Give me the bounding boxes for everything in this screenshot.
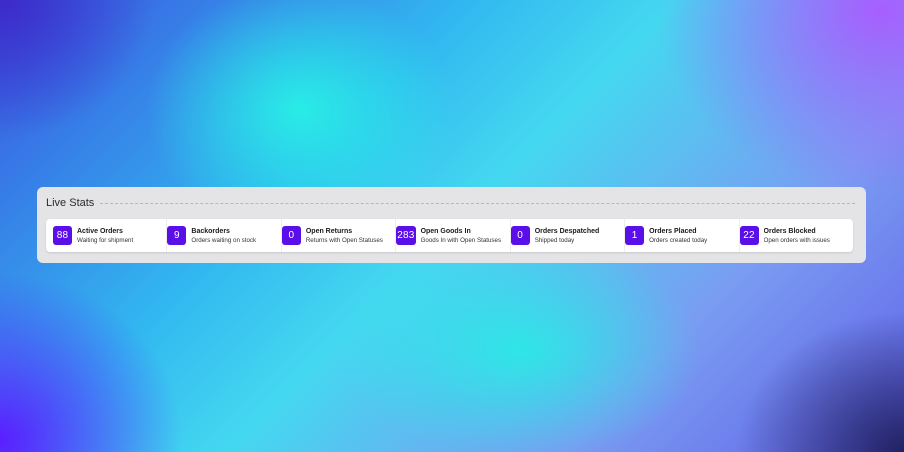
stat-subtitle: Returns with Open Statuses xyxy=(305,236,383,244)
panel-header: Live Stats xyxy=(46,196,857,210)
stat-open-returns[interactable]: 0 Open Returns Returns with Open Statuse… xyxy=(281,219,397,252)
stat-title: Backorders xyxy=(191,227,230,235)
stat-title: Orders Placed xyxy=(649,227,697,235)
stat-title: Orders Blocked xyxy=(763,227,816,235)
stat-count-badge: 22 xyxy=(739,226,759,245)
live-stats-panel: Live Stats 88 Active Orders Waiting for … xyxy=(37,187,866,263)
stat-orders-placed[interactable]: 1 Orders Placed Orders created today xyxy=(625,219,740,252)
stat-active-orders[interactable]: 88 Active Orders Waiting for shipment xyxy=(53,219,168,252)
stat-title: Open Goods In xyxy=(420,227,471,235)
stat-count-badge: 9 xyxy=(167,226,187,245)
stat-orders-blocked[interactable]: 22 Orders Blocked Open orders with issue… xyxy=(739,219,853,252)
stat-subtitle: Waiting for shipment xyxy=(77,236,134,244)
stat-backorders[interactable]: 9 Backorders Orders waiting on stock xyxy=(167,219,282,252)
stat-orders-despatched[interactable]: 0 Orders Despatched Shipped today xyxy=(510,219,626,252)
stat-title: Active Orders xyxy=(77,227,123,235)
stat-title: Orders Despatched xyxy=(534,227,600,235)
panel-divider xyxy=(100,202,855,204)
stat-subtitle: Orders created today xyxy=(649,236,708,244)
stat-subtitle: Goods In with Open Statuses xyxy=(420,236,502,244)
stat-count-badge: 0 xyxy=(510,226,530,245)
stat-count-badge: 283 xyxy=(396,226,416,245)
stat-subtitle: Shipped today xyxy=(534,236,575,244)
stat-subtitle: Orders waiting on stock xyxy=(191,236,257,244)
stats-row: 88 Active Orders Waiting for shipment 9 … xyxy=(46,219,853,252)
stat-count-badge: 88 xyxy=(53,226,72,245)
panel-title: Live Stats xyxy=(46,197,95,209)
stat-count-badge: 1 xyxy=(625,226,645,245)
stat-subtitle: Open orders with issues xyxy=(763,236,830,244)
stat-count-badge: 0 xyxy=(281,226,301,245)
stat-title: Open Returns xyxy=(305,227,353,235)
stat-open-goods-in[interactable]: 283 Open Goods In Goods In with Open Sta… xyxy=(396,219,511,252)
